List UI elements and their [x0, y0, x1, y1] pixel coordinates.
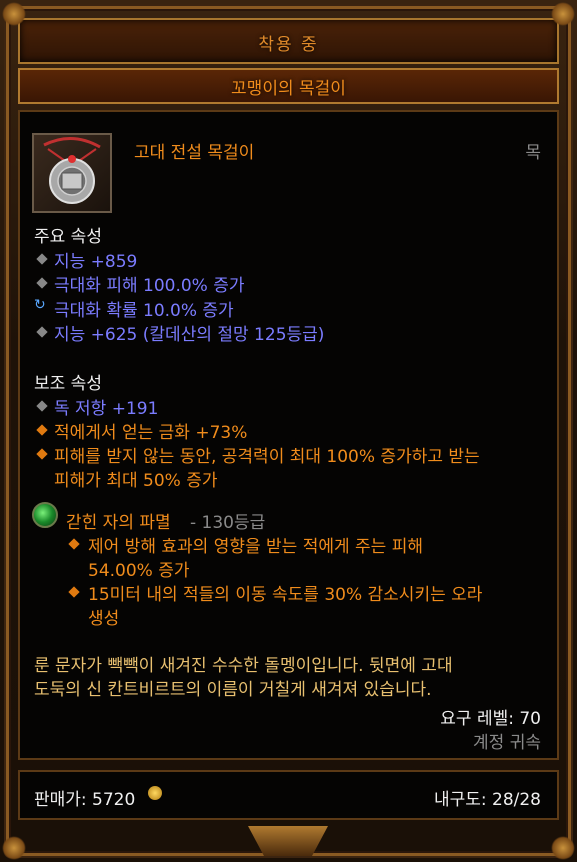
- gold-coin-icon: [148, 786, 162, 800]
- enchant-cycle-icon: ↻: [34, 297, 46, 313]
- account-bound: 계정 귀속: [473, 733, 541, 753]
- durability: 내구도: 28/28: [433, 790, 541, 810]
- gem-effect-line1: 15미터 내의 적들의 이동 속도를 30% 감소시키는 오라: [88, 585, 483, 605]
- secondary-stat: 독 저항 +191: [54, 399, 159, 419]
- secondary-stat: 적에게서 얻는 금화 +73%: [54, 423, 248, 443]
- secondary-heading: 보조 속성: [34, 374, 102, 394]
- primary-stat: 극대화 피해 100.0% 증가: [54, 276, 245, 296]
- gem-effect-line2: 생성: [88, 609, 120, 629]
- gem-effect-line1: 제어 방해 효과의 영향을 받는 적에게 주는 피해: [88, 537, 423, 557]
- secondary-stat-line1: 피해를 받지 않는 동안, 공격력이 최대 100% 증가하고 받는: [54, 447, 480, 467]
- corner-ornament: [551, 2, 575, 26]
- primary-stat: 극대화 확률 10.0% 증가: [54, 301, 234, 321]
- corner-ornament: [551, 836, 575, 860]
- item-name: 꼬맹이의 목걸이: [231, 79, 346, 99]
- sell-price: 판매가: 5720: [34, 790, 136, 810]
- flavor-text-line1: 룬 문자가 빽빽이 새겨진 수수한 돌멩이입니다. 뒷면에 고대: [34, 656, 453, 676]
- corner-ornament: [2, 836, 26, 860]
- item-slot: 목: [525, 143, 541, 163]
- equipped-status: 착용 중: [258, 35, 319, 55]
- amulet-icon: [32, 133, 112, 213]
- item-type: 고대 전설 목걸이: [134, 143, 255, 163]
- gem-effect-line2: 54.00% 증가: [88, 561, 190, 581]
- primary-heading: 주요 속성: [34, 227, 102, 247]
- flavor-text-line2: 도둑의 신 칸트비르트의 이름이 거칠게 새겨져 있습니다.: [34, 680, 432, 700]
- gem-rank: - 130등급: [190, 513, 266, 533]
- gem-name: 갇힌 자의 파멸: [66, 513, 171, 533]
- primary-stat: 지능 +859: [54, 252, 138, 272]
- secondary-stat-line2: 피해가 최대 50% 증가: [54, 471, 218, 491]
- required-level: 요구 레벨: 70: [440, 709, 541, 729]
- primary-stat: 지능 +625 (칼데산의 절망 125등급): [54, 325, 325, 345]
- corner-ornament: [2, 2, 26, 26]
- gem-icon: [32, 502, 58, 528]
